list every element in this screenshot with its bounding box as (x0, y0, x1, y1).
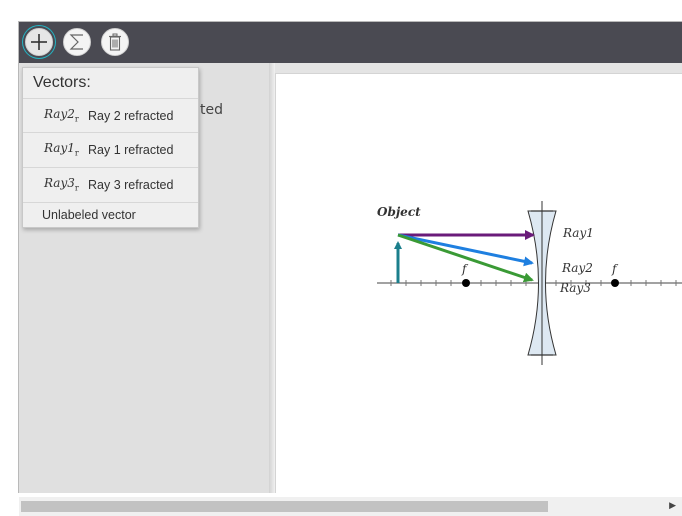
scroll-right-arrow-icon[interactable]: ▶ (669, 501, 676, 511)
graphics-gutter (275, 63, 682, 73)
object-label: Object (377, 205, 421, 219)
ray1-label: Ray1 (562, 226, 594, 240)
delete-button[interactable] (101, 28, 129, 56)
toolbar (19, 22, 682, 63)
menu-title: Vectors: (33, 74, 91, 91)
ray2-label: Ray2 (561, 261, 593, 275)
trash-icon (109, 33, 121, 51)
graphics-view[interactable]: Object Ray1 Ray2 Ray3 f f (275, 73, 682, 493)
focal-point-right (611, 279, 619, 287)
vector-description: Ray 3 refracted (88, 177, 174, 192)
vector-description: Ray 2 refracted (88, 108, 174, 123)
optics-diagram: Object Ray1 Ray2 Ray3 f f (377, 201, 682, 365)
menu-item-ray2[interactable]: Ray2r Ray 2 refracted (23, 98, 198, 132)
menu-item-ray1[interactable]: Ray1r Ray 1 refracted (23, 132, 198, 166)
sigma-icon (69, 34, 83, 50)
plus-icon (31, 34, 47, 50)
focal-right-label: f (611, 262, 619, 276)
vector-description: Ray 1 refracted (88, 142, 174, 157)
menu-item-ray3[interactable]: Ray3r Ray 3 refracted (23, 167, 198, 201)
ray3-label: Ray3 (559, 281, 591, 295)
vector-name: Ray2r (44, 107, 79, 124)
horizontal-scrollbar[interactable]: ▶ (19, 497, 682, 516)
scrollbar-thumb[interactable] (21, 501, 548, 512)
sum-button[interactable] (63, 28, 91, 56)
algebra-item-text: ted (200, 102, 223, 118)
vectors-menu: Vectors: Ray2r Ray 2 refracted Ray1r Ray… (22, 67, 199, 228)
focal-left-label: f (461, 262, 469, 276)
focal-point-left (462, 279, 470, 287)
vector-name: Ray3r (44, 176, 79, 193)
menu-item-unlabeled-vector[interactable]: Unlabeled vector (23, 202, 198, 227)
add-button[interactable] (25, 28, 53, 56)
vector-name: Ray1r (44, 141, 79, 158)
